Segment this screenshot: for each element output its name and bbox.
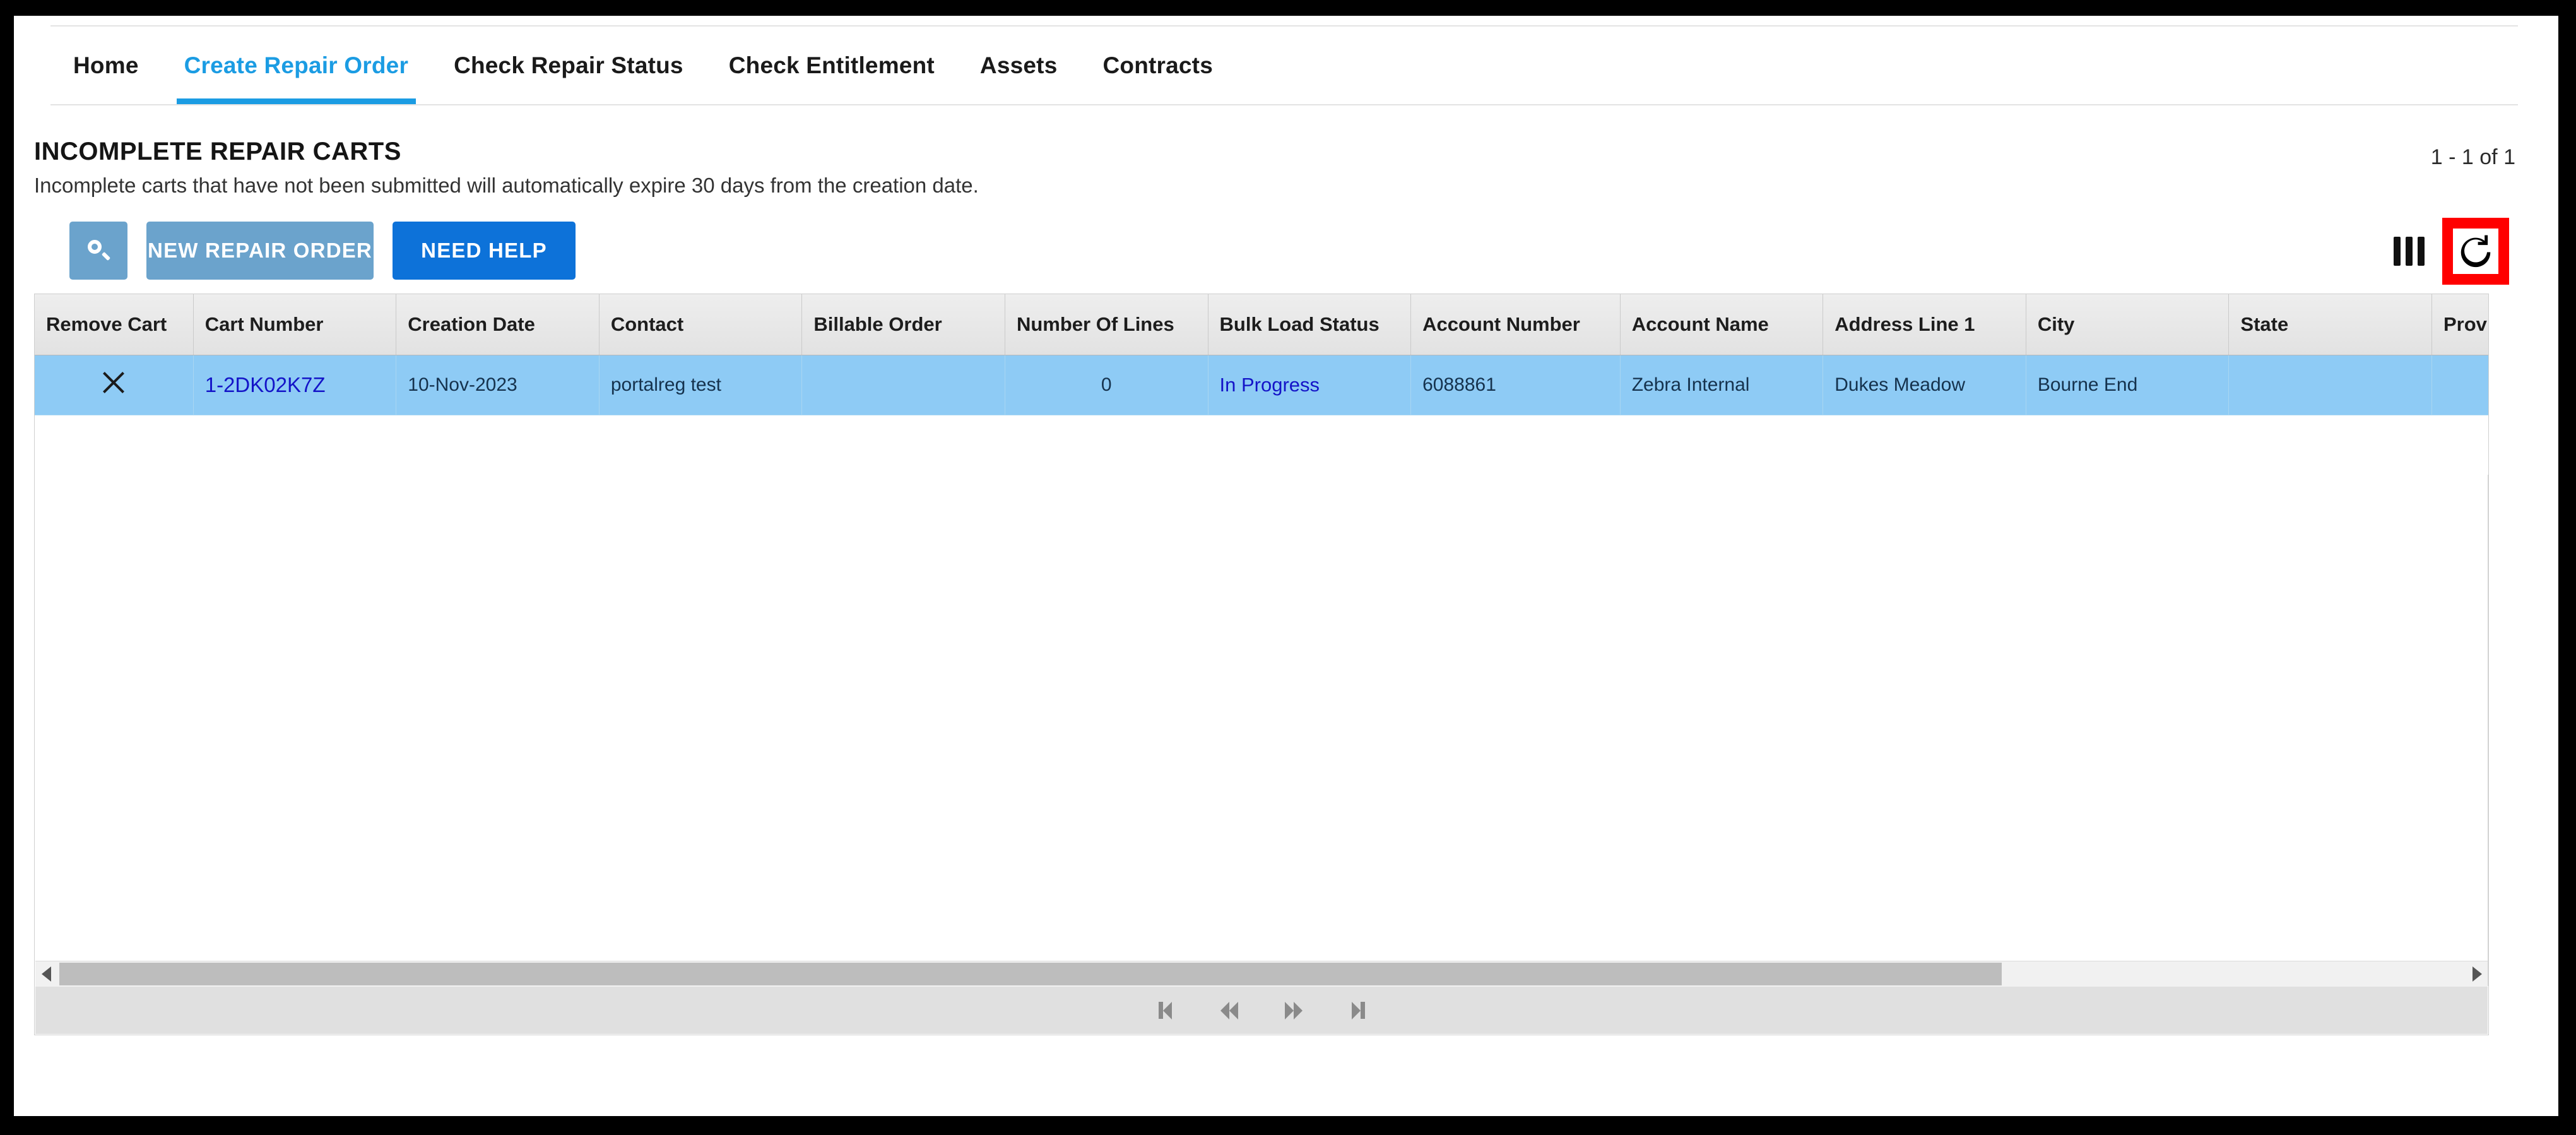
columns-bar-1 xyxy=(2393,237,2401,266)
column-header-bulk-load-status[interactable]: Bulk Load Status xyxy=(1208,294,1412,355)
previous-page-triangle-1 xyxy=(1220,1001,1229,1019)
cell-billable-order xyxy=(801,355,1005,415)
pagination-bar xyxy=(35,987,2488,1034)
tab-check-repair-status[interactable]: Check Repair Status xyxy=(431,27,706,104)
tab-contracts-label: Contracts xyxy=(1102,52,1213,78)
columns-bar-3 xyxy=(2417,237,2425,266)
tab-create-repair-order[interactable]: Create Repair Order xyxy=(162,27,431,104)
column-header-number-of-lines[interactable]: Number Of Lines xyxy=(1005,294,1208,355)
cell-contact: portalreg test xyxy=(599,355,803,415)
incomplete-repair-carts-grid: Remove Cart Cart Number Creation Date Co… xyxy=(34,294,2489,1035)
columns-bar-2 xyxy=(2405,237,2413,266)
page-subtitle: Incomplete carts that have not been subm… xyxy=(34,174,979,197)
last-page-bar xyxy=(1360,1002,1365,1019)
tab-assets-label: Assets xyxy=(979,52,1058,78)
previous-page-button[interactable] xyxy=(1215,996,1244,1025)
search-icon xyxy=(86,239,110,263)
need-help-button[interactable]: NEED HELP xyxy=(393,222,576,280)
cell-cart-number: 1-2DK02K7Z xyxy=(193,355,397,415)
last-page-triangle xyxy=(1351,1001,1361,1019)
tab-check-repair-status-label: Check Repair Status xyxy=(454,52,683,78)
repair-carts-table: Remove Cart Cart Number Creation Date Co… xyxy=(35,294,2488,415)
cell-creation-date: 10-Nov-2023 xyxy=(396,355,600,415)
last-page-button[interactable] xyxy=(1344,996,1373,1025)
previous-page-triangle-2 xyxy=(1229,1001,1238,1019)
column-header-account-number[interactable]: Account Number xyxy=(1410,294,1621,355)
cell-state xyxy=(2228,355,2432,415)
column-header-billable-order[interactable]: Billable Order xyxy=(801,294,1005,355)
column-header-remove-cart[interactable]: Remove Cart xyxy=(35,294,194,355)
cell-prov xyxy=(2431,355,2488,415)
next-page-triangle-1 xyxy=(1285,1001,1294,1019)
remove-cart-icon[interactable] xyxy=(100,369,127,396)
app-page: Home Create Repair Order Check Repair St… xyxy=(14,16,2558,1116)
next-page-triangle-2 xyxy=(1294,1001,1303,1019)
first-page-button[interactable] xyxy=(1150,996,1179,1025)
column-header-address-line-1[interactable]: Address Line 1 xyxy=(1823,294,2026,355)
grid-toolbar xyxy=(2389,218,2509,285)
search-button[interactable] xyxy=(69,222,127,280)
first-page-bar xyxy=(1158,1002,1163,1019)
column-header-city[interactable]: City xyxy=(2026,294,2230,355)
table-header-row: Remove Cart Cart Number Creation Date Co… xyxy=(35,294,2488,355)
cell-address-line-1: Dukes Meadow xyxy=(1823,355,2026,415)
grid-empty-body xyxy=(35,475,2488,986)
first-page-icon xyxy=(1158,1001,1172,1019)
cell-bulk-load-status: In Progress xyxy=(1208,355,1412,415)
tab-home-label: Home xyxy=(73,52,139,78)
previous-page-icon xyxy=(1220,1001,1238,1019)
screenshot-frame: Home Create Repair Order Check Repair St… xyxy=(0,0,2576,1135)
refresh-highlight-box xyxy=(2442,218,2509,285)
nav-bottom-divider xyxy=(50,104,2518,105)
next-page-button[interactable] xyxy=(1279,996,1308,1025)
column-header-cart-number[interactable]: Cart Number xyxy=(193,294,397,355)
new-repair-order-button[interactable]: NEW REPAIR ORDER xyxy=(146,222,374,280)
tab-contracts[interactable]: Contracts xyxy=(1080,27,1236,104)
scroll-left-arrow-icon[interactable] xyxy=(35,961,57,987)
triangle-left-icon xyxy=(41,966,51,982)
horizontal-scrollbar-thumb[interactable] xyxy=(59,963,2002,985)
cart-number-link[interactable]: 1-2DK02K7Z xyxy=(205,373,326,396)
triangle-right-icon xyxy=(2472,966,2482,982)
column-header-creation-date[interactable]: Creation Date xyxy=(396,294,600,355)
column-header-prov[interactable]: Prov xyxy=(2431,294,2488,355)
refresh-icon xyxy=(2461,235,2491,268)
horizontal-scrollbar[interactable] xyxy=(35,961,2488,987)
new-repair-order-label: NEW REPAIR ORDER xyxy=(148,239,372,262)
refresh-button[interactable] xyxy=(2453,229,2498,274)
next-page-icon xyxy=(1285,1001,1303,1019)
main-navigation: Home Create Repair Order Check Repair St… xyxy=(50,27,1236,104)
column-header-contact[interactable]: Contact xyxy=(599,294,803,355)
scroll-right-arrow-icon[interactable] xyxy=(2466,961,2488,987)
tab-check-entitlement[interactable]: Check Entitlement xyxy=(706,27,957,104)
last-page-icon xyxy=(1351,1001,1365,1019)
tab-home[interactable]: Home xyxy=(50,27,162,104)
tab-create-repair-order-label: Create Repair Order xyxy=(184,52,409,78)
active-tab-underline xyxy=(176,98,417,104)
need-help-label: NEED HELP xyxy=(421,239,547,262)
tab-check-entitlement-label: Check Entitlement xyxy=(728,52,935,78)
tab-assets[interactable]: Assets xyxy=(957,27,1080,104)
cell-number-of-lines: 0 xyxy=(1005,355,1208,415)
cell-city: Bourne End xyxy=(2026,355,2230,415)
column-header-state[interactable]: State xyxy=(2228,294,2432,355)
page-title: INCOMPLETE REPAIR CARTS xyxy=(34,138,401,165)
table-row[interactable]: 1-2DK02K7Z 10-Nov-2023 portalreg test 0 … xyxy=(35,355,2488,415)
bulk-load-status-link[interactable]: In Progress xyxy=(1220,374,1320,396)
column-header-account-name[interactable]: Account Name xyxy=(1620,294,1824,355)
record-count: 1 - 1 of 1 xyxy=(2430,145,2515,169)
cell-account-number: 6088861 xyxy=(1410,355,1621,415)
cell-account-name: Zebra Internal xyxy=(1620,355,1824,415)
action-button-bar: NEW REPAIR ORDER NEED HELP xyxy=(69,222,576,280)
cell-remove-cart xyxy=(35,355,194,415)
first-page-triangle xyxy=(1162,1001,1172,1019)
columns-icon[interactable] xyxy=(2389,229,2428,273)
